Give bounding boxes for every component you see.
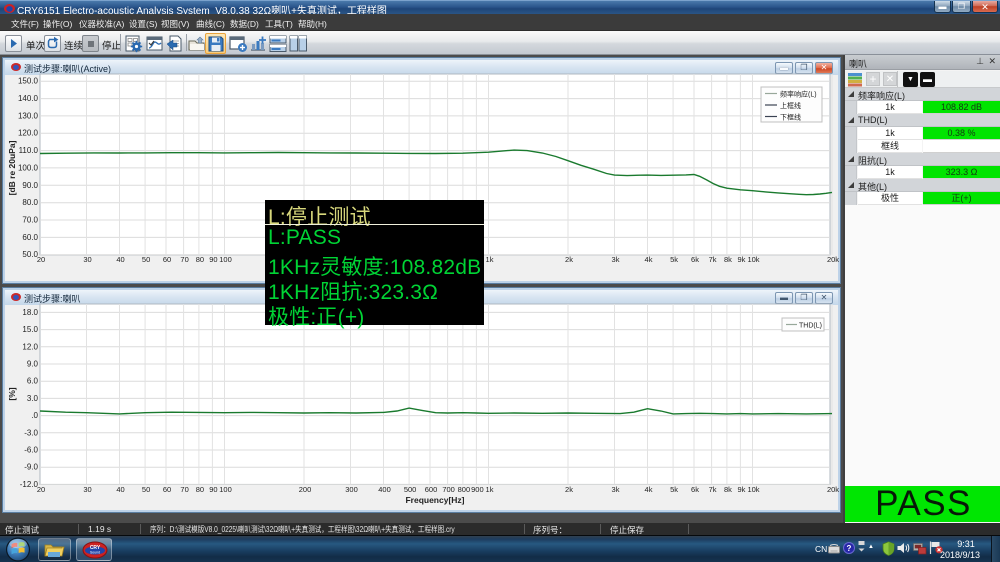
svg-text:?: ?	[847, 544, 852, 553]
svg-text:Sound: Sound	[90, 551, 100, 555]
